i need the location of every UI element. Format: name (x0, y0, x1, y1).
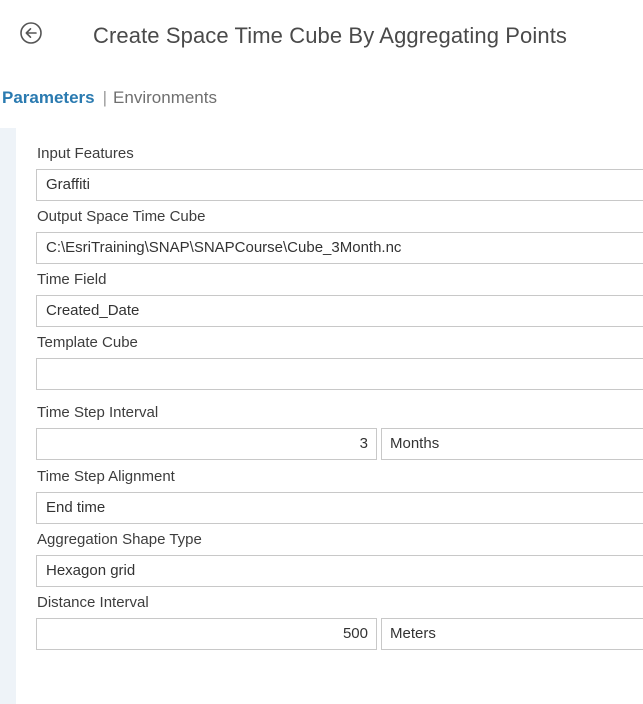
geoprocessing-pane: Create Space Time Cube By Aggregating Po… (0, 0, 643, 704)
distance-interval-value[interactable]: 500 (36, 618, 377, 650)
parameters-panel: Input Features Graffiti Output Space Tim… (0, 128, 643, 704)
time-step-interval-label: Time Step Interval (37, 404, 159, 421)
tab-environments[interactable]: Environments (113, 88, 217, 107)
output-cube-field[interactable]: C:\EsriTraining\SNAP\SNAPCourse\Cube_3Mo… (36, 232, 643, 264)
tab-separator: | (102, 88, 108, 107)
back-arrow-circle-icon (20, 22, 42, 44)
tool-title: Create Space Time Cube By Aggregating Po… (93, 23, 568, 48)
time-step-interval-unit[interactable]: Months (381, 428, 643, 460)
time-step-interval-value[interactable]: 3 (36, 428, 377, 460)
time-field-input[interactable]: Created_Date (36, 295, 643, 327)
output-cube-label: Output Space Time Cube (37, 208, 206, 225)
time-field-label: Time Field (37, 271, 107, 288)
time-step-alignment-select[interactable]: End time (36, 492, 643, 524)
input-features-label: Input Features (37, 145, 134, 162)
template-cube-label: Template Cube (37, 334, 138, 351)
tab-bar: Parameters | Environments (2, 88, 217, 108)
tab-parameters[interactable]: Parameters (2, 88, 95, 107)
back-button[interactable] (19, 21, 43, 45)
distance-interval-label: Distance Interval (37, 594, 149, 611)
aggregation-shape-label: Aggregation Shape Type (37, 531, 202, 548)
time-step-alignment-label: Time Step Alignment (37, 468, 175, 485)
distance-interval-unit[interactable]: Meters (381, 618, 643, 650)
template-cube-field[interactable] (36, 358, 643, 390)
input-features-field[interactable]: Graffiti (36, 169, 643, 201)
aggregation-shape-select[interactable]: Hexagon grid (36, 555, 643, 587)
